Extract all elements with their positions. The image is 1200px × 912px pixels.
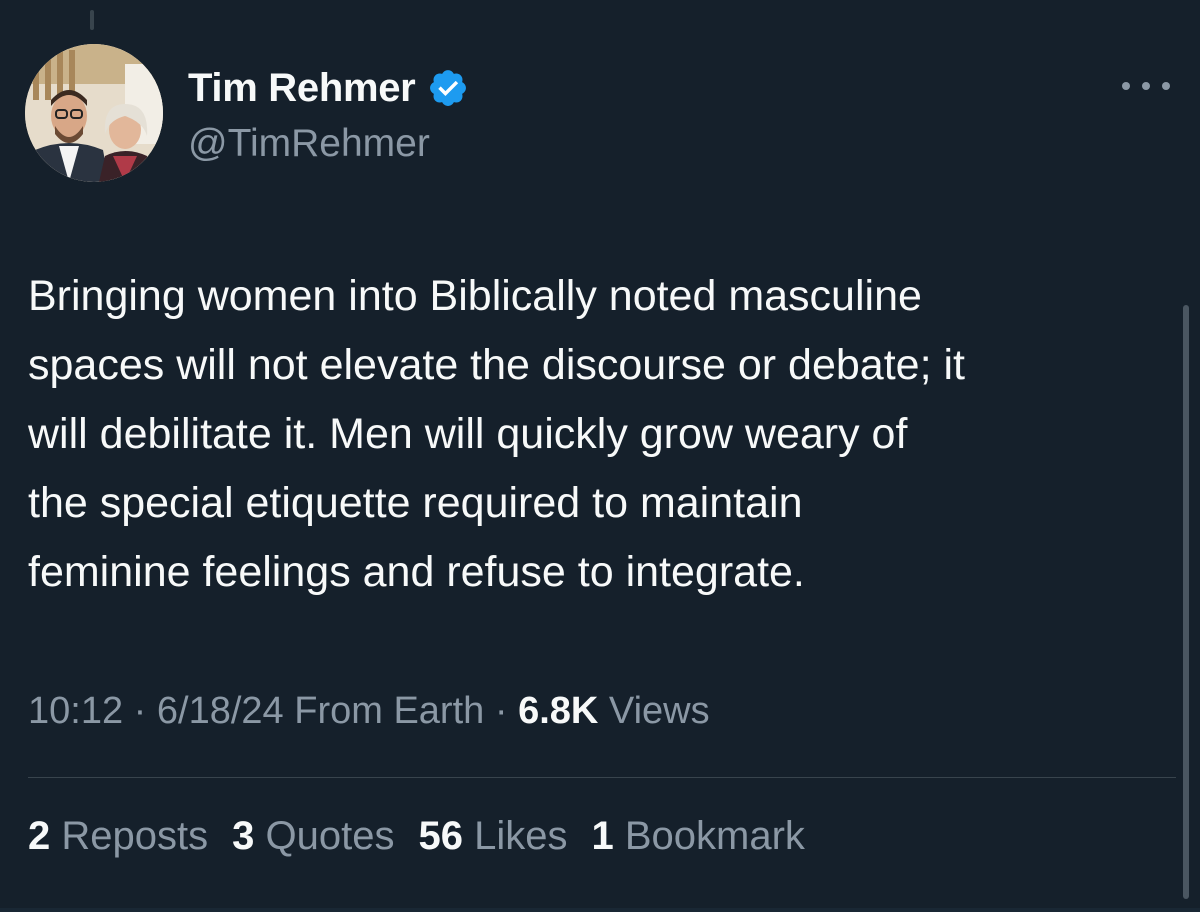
- reposts-count: 2: [28, 814, 51, 858]
- bookmarks-count: 1: [591, 814, 614, 858]
- more-options-icon: [1122, 82, 1130, 90]
- views-label[interactable]: Views: [609, 690, 710, 732]
- tweet-time[interactable]: 10:12: [28, 690, 123, 732]
- thread-connector-line: [90, 10, 94, 30]
- author-name-row: Tim Rehmer: [188, 62, 469, 114]
- scrollbar[interactable]: [1183, 305, 1189, 899]
- engagement-stats: 2 Reposts 3 Quotes 56 Likes 1 Bookmark: [28, 814, 805, 859]
- quotes-label: Quotes: [265, 814, 395, 858]
- reposts-stat[interactable]: 2 Reposts: [28, 814, 208, 859]
- quotes-count: 3: [232, 814, 255, 858]
- author-display-name[interactable]: Tim Rehmer: [188, 66, 416, 111]
- tweet-text: Bringing women into Biblically noted mas…: [28, 262, 1178, 607]
- verified-badge-icon[interactable]: [427, 67, 469, 109]
- avatar[interactable]: [25, 44, 163, 182]
- more-options-button[interactable]: [1122, 74, 1170, 98]
- meta-separator: ·: [133, 690, 147, 732]
- likes-count: 56: [418, 814, 463, 858]
- more-options-icon-dot: [1162, 82, 1170, 90]
- more-options-icon-dot: [1142, 82, 1150, 90]
- divider: [28, 777, 1176, 778]
- tweet-text-line: the special etiquette required to mainta…: [28, 479, 803, 527]
- tweet-source: From Earth: [294, 690, 485, 732]
- tweet-text-line: will debilitate it. Men will quickly gro…: [28, 410, 908, 458]
- reposts-label: Reposts: [61, 814, 209, 858]
- tweet-text-line: Bringing women into Biblically noted mas…: [28, 272, 922, 320]
- tweet-date[interactable]: 6/18/24: [157, 690, 284, 732]
- likes-label: Likes: [474, 814, 568, 858]
- meta-separator: ·: [494, 690, 508, 732]
- bookmarks-stat[interactable]: 1 Bookmark: [591, 814, 804, 859]
- bookmarks-label: Bookmark: [624, 814, 805, 858]
- views-count[interactable]: 6.8K: [518, 690, 598, 732]
- tweet-text-line: feminine feelings and refuse to integrat…: [28, 548, 805, 596]
- bottom-divider: [0, 908, 1200, 912]
- avatar-photo: [25, 44, 163, 182]
- author-handle[interactable]: @TimRehmer: [188, 122, 430, 166]
- quotes-stat[interactable]: 3 Quotes: [232, 814, 394, 859]
- likes-stat[interactable]: 56 Likes: [418, 814, 567, 859]
- tweet-text-line: spaces will not elevate the discourse or…: [28, 341, 965, 389]
- tweet-metadata: 10:12 · 6/18/24 From Earth · 6.8K Views: [28, 690, 710, 733]
